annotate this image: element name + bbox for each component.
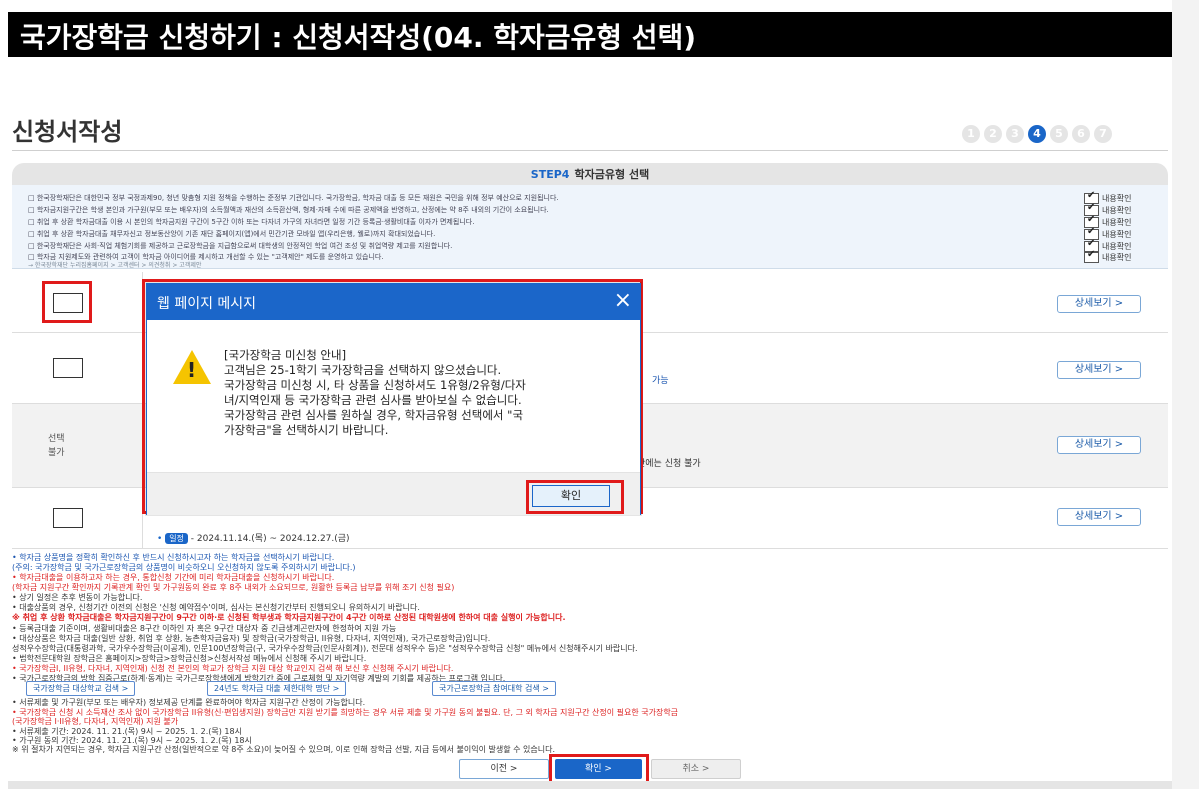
page-title-bar: 국가장학금 신청하기 : 신청서작성(04. 학자금유형 선택) <box>8 12 1172 57</box>
search-school-button[interactable]: 국가장학금 대상학교 검색 > <box>26 681 136 696</box>
step-3: 3 <box>1006 125 1024 143</box>
close-icon[interactable]: × <box>614 288 632 314</box>
schedule-text: - 2024.11.14.(목) ~ 2024.12.27.(금) <box>190 534 350 544</box>
page-title: 국가장학금 신청하기 : 신청서작성(04. 학자금유형 선택) <box>20 21 697 54</box>
detail-button[interactable]: 상세보기 > <box>1057 361 1141 379</box>
bottom-strip <box>8 781 1172 789</box>
highlight-box <box>549 754 649 784</box>
select-checkbox-4[interactable] <box>53 508 83 528</box>
step-6: 6 <box>1072 125 1090 143</box>
right-gutter <box>1172 0 1199 789</box>
schedule-tag: 일정 <box>165 533 188 544</box>
dialog-titlebar: 웹 페이지 메시지 × <box>147 284 640 320</box>
step-1: 1 <box>962 125 980 143</box>
divider <box>12 150 1168 151</box>
step-4-current: 4 <box>1028 125 1046 143</box>
detail-button[interactable]: 상세보기 > <box>1057 295 1141 313</box>
schedule-line: • 일정 - 2024.11.14.(목) ~ 2024.12.27.(금) <box>157 533 350 544</box>
dialog-message: [국가장학금 미신청 안내] 고객님은 25-1학기 국가장학금을 선택하지 않… <box>224 348 526 437</box>
notice-line: □ 취업 후 상환 학자금대출 채무자신고 정보동산앙이 기존 재단 홈페이지(… <box>28 230 436 238</box>
work-study-school-button[interactable]: 국가근로장학금 참여대학 검색 > <box>432 681 557 696</box>
select-checkbox-2[interactable] <box>53 358 83 378</box>
cancel-button[interactable]: 취소 > <box>651 759 741 779</box>
section-title: 신청서작성 <box>12 118 123 146</box>
notice-line: → 한국장학재단 누리집홈페이지 > 고객센터 > 의견청취 > 고객제안 <box>28 262 202 269</box>
notice-line: □ 학자금지원구간은 학생 본인과 가구원(부모 또는 배우자)의 소득월액과 … <box>28 206 549 214</box>
step-2: 2 <box>984 125 1002 143</box>
info-line: ※ 위 절차가 지연되는 경우, 학자금 지원구간 산정(일반적으로 약 8주 … <box>12 745 556 754</box>
dialog-title: 웹 페이지 메시지 <box>157 296 257 312</box>
highlight-box <box>42 281 92 323</box>
notice-line: □ 한국장학재단은 대한민국 정부 국정과제90, 청년 맞춤형 지원 정책을 … <box>28 194 559 202</box>
notice-line: □ 한국장학재단은 사회·직업 체험기회를 제공하고 근로장학금을 지급함으로써… <box>28 242 453 250</box>
notice-line: □ 취업 후 상환 학자금대출 이용 시 본인의 학자금지원 구간이 5구간 이… <box>28 218 475 226</box>
warning-icon-mark: ! <box>187 358 197 382</box>
product-note: 가능 <box>652 376 669 386</box>
notice-check-6[interactable]: 내용확인 <box>1084 249 1131 263</box>
step-number: STEP4 <box>530 168 570 181</box>
step-7: 7 <box>1094 125 1112 143</box>
not-selectable-label: 선택 불가 <box>48 434 65 458</box>
step-label: 학자금유형 선택 <box>574 168 650 181</box>
detail-button[interactable]: 상세보기 > <box>1057 436 1141 454</box>
info-line: ※ 취업 후 상환 학자금대출은 학자금지원구간이 9구간 이하·로 신청된 학… <box>12 613 566 622</box>
notice-box: □ 한국장학재단은 대한민국 정부 국정과제90, 청년 맞춤형 지원 정책을 … <box>12 185 1168 269</box>
prev-button[interactable]: 이전 > <box>459 759 549 779</box>
loan-restricted-list-button[interactable]: 24년도 학자금 대출 제한대학 명단 > <box>207 681 347 696</box>
dialog-body: ! [국가장학금 미신청 안내] 고객님은 25-1학기 국가장학금을 선택하지… <box>147 320 640 472</box>
checkbox[interactable] <box>1084 249 1099 263</box>
step-indicator: 1234567 <box>962 122 1116 143</box>
product-note: 간에는 신청 불가 <box>637 459 701 469</box>
detail-button[interactable]: 상세보기 > <box>1057 508 1141 526</box>
ok-highlight-box <box>526 480 624 514</box>
step-5: 5 <box>1050 125 1068 143</box>
step-header: STEP4 학자금유형 선택 <box>12 163 1168 185</box>
